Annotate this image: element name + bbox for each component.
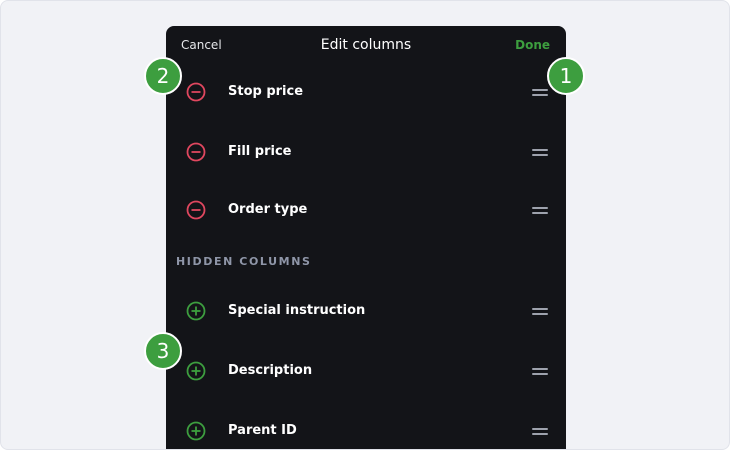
- drag-handle-icon[interactable]: [532, 368, 548, 375]
- remove-circle-icon[interactable]: [186, 200, 206, 220]
- column-row-parent-id: Parent ID: [166, 411, 566, 449]
- page-title: Edit columns: [320, 37, 412, 53]
- column-label: Order type: [228, 202, 308, 217]
- edit-columns-panel: Cancel Edit columns Done Stop price Fill…: [166, 26, 566, 449]
- column-row-order-type: Order type: [166, 190, 566, 230]
- add-circle-icon[interactable]: [186, 301, 206, 321]
- panel-header: Cancel Edit columns Done: [166, 26, 566, 66]
- column-row-description: Description: [166, 351, 566, 391]
- callout-badge-1: 1: [547, 57, 585, 95]
- add-circle-icon[interactable]: [186, 361, 206, 381]
- drag-handle-icon[interactable]: [532, 89, 548, 96]
- column-label: Parent ID: [228, 423, 297, 438]
- drag-handle-icon[interactable]: [532, 149, 548, 156]
- canvas: Cancel Edit columns Done Stop price Fill…: [0, 0, 730, 450]
- callout-badge-3: 3: [144, 332, 182, 370]
- column-label: Stop price: [228, 84, 304, 99]
- drag-handle-icon[interactable]: [532, 308, 548, 315]
- column-row-special-instruction: Special instruction: [166, 291, 566, 331]
- column-row-stop-price: Stop price: [166, 72, 566, 112]
- drag-handle-icon[interactable]: [532, 207, 548, 214]
- column-label: Description: [228, 363, 313, 378]
- column-row-fill-price: Fill price: [166, 132, 566, 172]
- add-circle-icon[interactable]: [186, 421, 206, 441]
- done-button[interactable]: Done: [515, 38, 550, 52]
- column-label: Fill price: [228, 144, 292, 159]
- remove-circle-icon[interactable]: [186, 142, 206, 162]
- drag-handle-icon[interactable]: [532, 428, 548, 435]
- remove-circle-icon[interactable]: [186, 82, 206, 102]
- hidden-columns-heading: HIDDEN COLUMNS: [176, 255, 312, 268]
- column-label: Special instruction: [228, 303, 366, 318]
- callout-badge-2: 2: [144, 57, 182, 95]
